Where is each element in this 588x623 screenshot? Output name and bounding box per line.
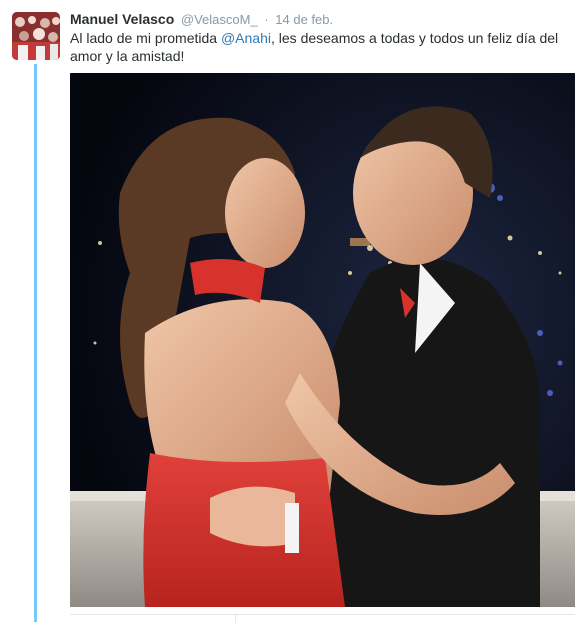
tweet-photo[interactable] [70, 73, 575, 607]
tweet-text: Al lado de mi prometida @Anahi, les dese… [70, 29, 570, 65]
tweet-header: Manuel Velasco @VelascoM_ · 14 de feb. [70, 10, 578, 29]
tweet-text-before: Al lado de mi prometida [70, 30, 221, 46]
author-avatar[interactable] [12, 12, 60, 60]
author-name[interactable]: Manuel Velasco [70, 11, 174, 27]
header-separator: · [264, 12, 269, 27]
tweet-timestamp[interactable]: 14 de feb. [275, 12, 333, 27]
mention-link[interactable]: @Anahi [221, 30, 271, 46]
author-handle[interactable]: @VelascoM_ [181, 12, 258, 27]
couple-photo-icon [70, 73, 575, 607]
conversation-thread-line [34, 64, 37, 622]
avatar-crowd-icon [12, 12, 60, 60]
